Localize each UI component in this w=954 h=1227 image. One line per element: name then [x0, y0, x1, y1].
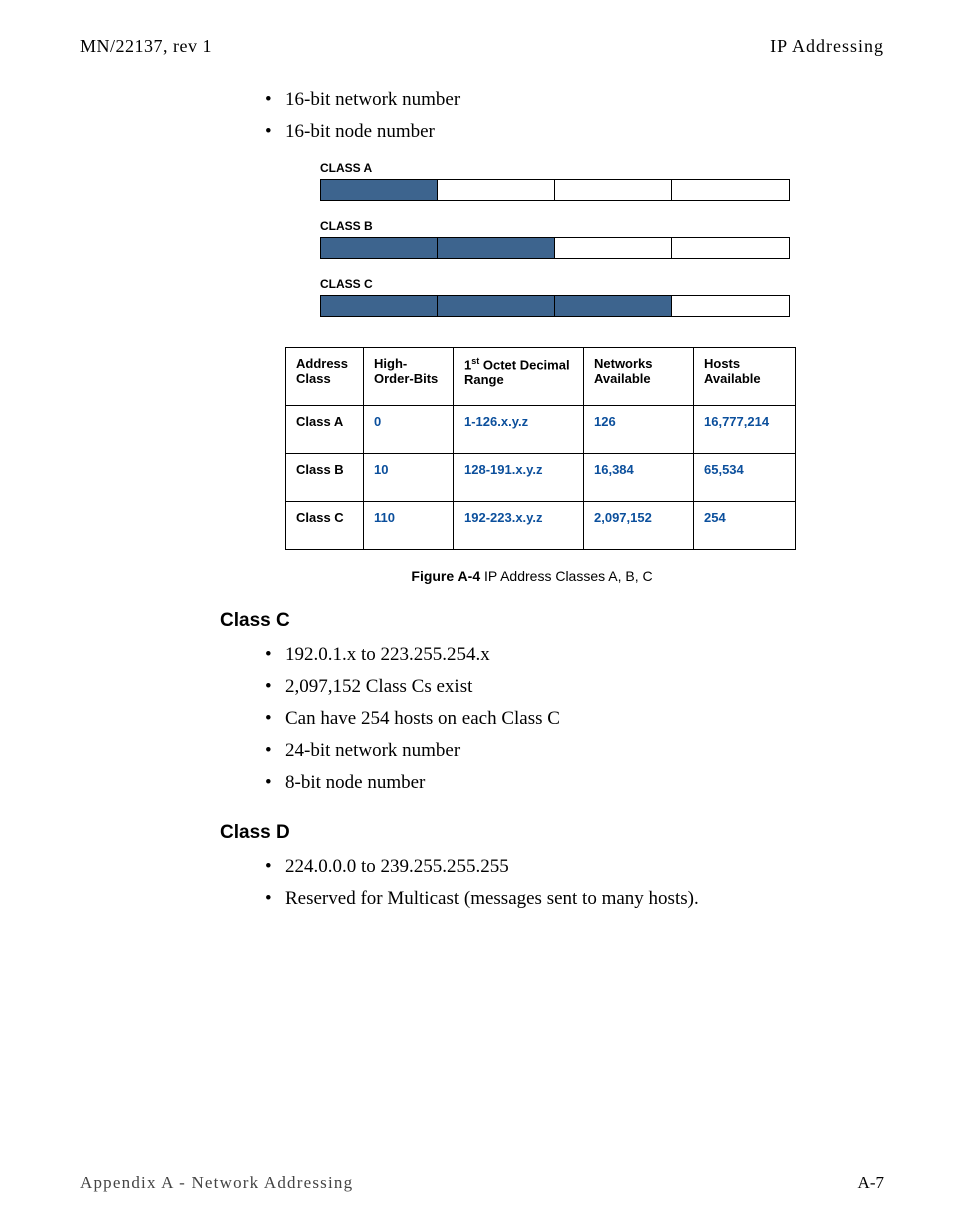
table-cell: 16,777,214: [694, 406, 796, 454]
diagram-segment: [555, 296, 672, 316]
list-item: 192.0.1.x to 223.255.254.x: [265, 644, 884, 666]
list-item: Can have 254 hosts on each Class C: [265, 708, 884, 730]
diagram-segment: [321, 238, 438, 258]
table-cell: 254: [694, 502, 796, 550]
list-item: 224.0.0.0 to 239.255.255.255: [265, 856, 884, 878]
diagram-segment: [555, 180, 672, 200]
table-cell: 2,097,152: [584, 502, 694, 550]
page-footer: Appendix A - Network Addressing A-7: [80, 1173, 884, 1193]
list-item: Reserved for Multicast (messages sent to…: [265, 888, 884, 910]
table-header: High-Order-Bits: [364, 348, 454, 406]
list-item: 16-bit network number: [265, 89, 884, 111]
address-class-table: Address Class High-Order-Bits 1st Octet …: [285, 347, 796, 550]
superscript: st: [471, 356, 479, 366]
diagram-segment: [438, 238, 555, 258]
header-left: MN/22137, rev 1: [80, 36, 212, 57]
diagram-bar-c: [320, 295, 790, 317]
table-cell: 128-191.x.y.z: [454, 454, 584, 502]
table-header: Address Class: [286, 348, 364, 406]
section-heading-class-c: Class C: [220, 610, 884, 632]
table-header: Hosts Available: [694, 348, 796, 406]
table-header: Networks Available: [584, 348, 694, 406]
table-cell: 192-223.x.y.z: [454, 502, 584, 550]
table-cell: 10: [364, 454, 454, 502]
diagram-segment: [672, 238, 789, 258]
diagram-segment: [555, 238, 672, 258]
diagram-segment: [438, 180, 555, 200]
diagram-label: CLASS C: [320, 277, 790, 291]
class-diagram: CLASS A CLASS B CLASS C: [320, 161, 790, 317]
table-cell: 65,534: [694, 454, 796, 502]
table-cell: Class C: [286, 502, 364, 550]
diagram-label: CLASS A: [320, 161, 790, 175]
header-right: IP Addressing: [770, 36, 884, 57]
table-cell: 110: [364, 502, 454, 550]
section-heading-class-d: Class D: [220, 822, 884, 844]
table-row: Class A 0 1-126.x.y.z 126 16,777,214: [286, 406, 796, 454]
table-row: Class B 10 128-191.x.y.z 16,384 65,534: [286, 454, 796, 502]
table-header: 1st Octet Decimal Range: [454, 348, 584, 406]
caption-text: IP Address Classes A, B, C: [480, 568, 652, 584]
table-cell: 16,384: [584, 454, 694, 502]
table-row: Class C 110 192-223.x.y.z 2,097,152 254: [286, 502, 796, 550]
diagram-bar-a: [320, 179, 790, 201]
diagram-segment: [672, 180, 789, 200]
diagram-segment: [321, 180, 438, 200]
diagram-segment: [438, 296, 555, 316]
table-cell: 0: [364, 406, 454, 454]
diagram-bar-b: [320, 237, 790, 259]
table-cell: Class B: [286, 454, 364, 502]
class-d-list: 224.0.0.0 to 239.255.255.255 Reserved fo…: [265, 856, 884, 910]
table-cell: Class A: [286, 406, 364, 454]
list-item: 2,097,152 Class Cs exist: [265, 676, 884, 698]
table-cell: 126: [584, 406, 694, 454]
top-bullet-list: 16-bit network number 16-bit node number: [265, 89, 884, 143]
diagram-segment: [672, 296, 789, 316]
class-c-list: 192.0.1.x to 223.255.254.x 2,097,152 Cla…: [265, 644, 884, 794]
figure-caption: Figure A-4 IP Address Classes A, B, C: [180, 568, 884, 584]
diagram-segment: [321, 296, 438, 316]
list-item: 24-bit network number: [265, 740, 884, 762]
footer-left: Appendix A - Network Addressing: [80, 1173, 353, 1193]
list-item: 8-bit node number: [265, 772, 884, 794]
page-header: MN/22137, rev 1 IP Addressing: [80, 36, 884, 57]
table-cell: 1-126.x.y.z: [454, 406, 584, 454]
footer-right: A-7: [858, 1173, 884, 1193]
list-item: 16-bit node number: [265, 121, 884, 143]
diagram-label: CLASS B: [320, 219, 790, 233]
caption-label: Figure A-4: [411, 568, 480, 584]
